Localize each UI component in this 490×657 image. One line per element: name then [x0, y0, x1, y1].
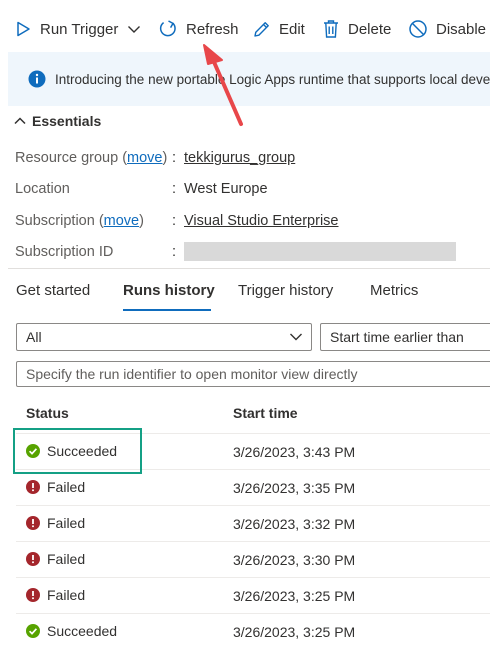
refresh-label: Refresh: [186, 20, 239, 38]
run-start-time: 3/26/2023, 3:25 PM: [233, 588, 356, 604]
table-row[interactable]: Failed 3/26/2023, 3:30 PM: [16, 541, 490, 577]
run-status-label: Failed: [47, 515, 86, 531]
disable-label: Disable: [436, 20, 487, 38]
run-start-time: 3/26/2023, 3:35 PM: [233, 480, 356, 496]
row-divider: [16, 577, 490, 578]
success-check-icon: [26, 624, 40, 638]
tab-metrics[interactable]: Metrics: [370, 282, 418, 299]
highlight-box: [13, 428, 142, 474]
run-status-label: Failed: [47, 587, 86, 603]
separator-colon: :: [172, 150, 177, 166]
chevron-up-icon: [14, 117, 26, 125]
run-start-time: 3/26/2023, 3:32 PM: [233, 516, 356, 532]
trash-icon: [324, 20, 338, 38]
run-status: Failed: [26, 515, 85, 531]
run-trigger-button[interactable]: Run Trigger: [14, 14, 141, 44]
resource-group-move-link[interactable]: move: [127, 150, 162, 166]
run-identifier-input[interactable]: [16, 361, 490, 387]
edit-button[interactable]: Edit: [252, 14, 305, 44]
run-status-label: Succeeded: [47, 623, 118, 639]
status-filter-dropdown[interactable]: All: [16, 323, 312, 351]
row-divider: [16, 505, 490, 506]
resource-group-value-link[interactable]: tekkigurus_group: [184, 150, 295, 166]
tab-trigger-history[interactable]: Trigger history: [238, 282, 333, 299]
row-divider: [16, 541, 490, 542]
redacted-subscription-id: [184, 242, 456, 261]
edit-label: Edit: [279, 20, 305, 38]
tab-runs-history[interactable]: Runs history: [123, 282, 215, 299]
chevron-down-icon: [128, 26, 141, 33]
tab-get-started[interactable]: Get started: [16, 282, 90, 299]
column-header-start-time[interactable]: Start time: [233, 405, 298, 421]
table-row[interactable]: Succeeded 3/26/2023, 3:25 PM: [16, 613, 490, 649]
info-banner[interactable]: Introducing the new portable Logic Apps …: [8, 52, 490, 106]
essentials-title: Essentials: [32, 113, 102, 129]
disable-button[interactable]: Disable: [408, 14, 486, 44]
location-value: West Europe: [184, 181, 268, 197]
table-row[interactable]: Failed 3/26/2023, 3:25 PM: [16, 577, 490, 613]
error-icon: [26, 516, 40, 530]
run-status: Failed: [26, 587, 85, 603]
resource-group-label-text: Resource group: [15, 150, 119, 166]
run-start-time: 3/26/2023, 3:25 PM: [233, 624, 356, 640]
start-time-filter-value: Start time earlier than: [330, 329, 464, 345]
run-status-label: Failed: [47, 479, 86, 495]
chevron-down-icon: [290, 333, 302, 341]
table-row[interactable]: Failed 3/26/2023, 3:32 PM: [16, 505, 490, 541]
delete-label: Delete: [348, 20, 392, 38]
delete-button[interactable]: Delete: [322, 14, 391, 44]
run-start-time: 3/26/2023, 3:30 PM: [233, 552, 356, 568]
play-icon: [17, 21, 30, 37]
separator-colon: :: [172, 213, 177, 229]
command-bar: Run Trigger Refresh Edit Delete Disable: [0, 0, 490, 60]
start-time-filter-dropdown[interactable]: Start time earlier than: [320, 323, 490, 351]
separator-colon: :: [172, 181, 177, 197]
pencil-icon: [254, 21, 269, 37]
prohibited-icon: [409, 20, 427, 38]
error-icon: [26, 480, 40, 494]
refresh-button[interactable]: Refresh: [158, 14, 239, 44]
table-row[interactable]: Failed 3/26/2023, 3:35 PM: [16, 469, 490, 505]
active-tab-indicator: [123, 309, 211, 311]
run-status: Failed: [26, 551, 85, 567]
run-start-time: 3/26/2023, 3:43 PM: [233, 444, 356, 460]
subscription-move-link[interactable]: move: [104, 213, 139, 229]
subscription-label: Subscription (move): [15, 213, 144, 229]
location-label: Location: [15, 181, 70, 197]
refresh-icon: [159, 20, 176, 37]
error-icon: [26, 588, 40, 602]
essentials-toggle[interactable]: Essentials: [14, 113, 101, 129]
run-trigger-label: Run Trigger: [40, 20, 119, 38]
run-status: Succeeded: [26, 623, 117, 639]
subscription-label-text: Subscription: [15, 213, 95, 229]
separator-colon: :: [172, 244, 177, 260]
error-icon: [26, 552, 40, 566]
banner-text: Introducing the new portable Logic Apps …: [55, 71, 490, 87]
run-status: Failed: [26, 479, 85, 495]
status-filter-value: All: [26, 329, 42, 345]
info-icon: [28, 70, 46, 88]
subscription-value-link[interactable]: Visual Studio Enterprise: [184, 213, 339, 229]
column-header-status[interactable]: Status: [26, 405, 69, 421]
subscription-id-label: Subscription ID: [15, 244, 114, 260]
resource-group-label: Resource group (move): [15, 150, 168, 166]
section-divider: [8, 268, 490, 269]
row-divider: [16, 613, 490, 614]
run-status-label: Failed: [47, 551, 86, 567]
